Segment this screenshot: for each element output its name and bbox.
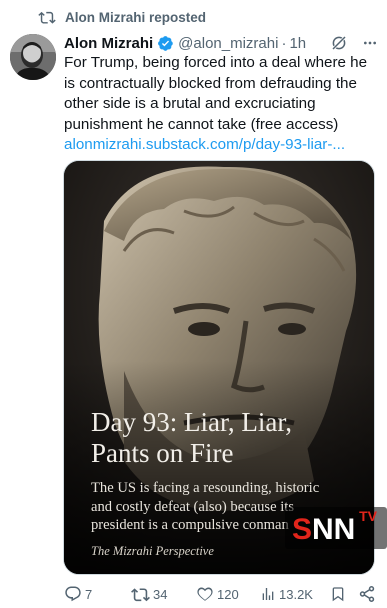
card-brand: The Mizrahi Perspective: [91, 544, 214, 558]
more-options-icon[interactable]: [361, 33, 379, 53]
heart-icon: [197, 587, 213, 601]
bookmark-button[interactable]: [330, 585, 346, 603]
reply-button[interactable]: 7: [64, 585, 92, 603]
grok-icon[interactable]: [329, 33, 349, 53]
watermark-nn: NN: [312, 513, 356, 546]
repost-label: Alon Mizrahi reposted: [65, 9, 207, 25]
views-chart-icon: [262, 588, 274, 600]
repost-button[interactable]: 34: [131, 585, 167, 603]
repost-icon: [38, 8, 56, 26]
snn-tv-watermark: TV S NN: [285, 507, 387, 549]
author-handle[interactable]: @alon_mizrahi: [178, 35, 278, 52]
watermark-s: S: [292, 513, 313, 546]
repost-indicator[interactable]: Alon Mizrahi reposted: [38, 7, 206, 27]
timestamp[interactable]: 1h: [289, 35, 306, 52]
reply-count: 7: [85, 586, 93, 602]
watermark-tv: TV: [359, 508, 377, 524]
tweet-header: Alon Mizrahi @alon_mizrahi · 1h: [64, 32, 379, 54]
bookmark-icon: [332, 587, 344, 602]
repost-count: 34: [153, 586, 168, 602]
separator-dot: ·: [281, 34, 287, 52]
share-button[interactable]: [358, 585, 376, 603]
views-button[interactable]: 13.2K: [260, 585, 313, 603]
author-name[interactable]: Alon Mizrahi: [64, 35, 153, 52]
verified-badge-icon: [157, 35, 174, 52]
like-button[interactable]: 120: [196, 585, 239, 603]
tweet-text: For Trump, being forced into a deal wher…: [64, 54, 368, 133]
share-icon: [359, 586, 375, 602]
like-count: 120: [217, 586, 239, 602]
action-bar: 7 34 120 13.2K: [64, 583, 382, 605]
card-title: Day 93: Liar, Liar, Pants on Fire: [91, 407, 293, 468]
avatar[interactable]: [10, 34, 56, 80]
reply-icon: [65, 586, 81, 602]
tweet-link[interactable]: alonmizrahi.substack.com/p/day-93-liar-.…: [64, 135, 382, 155]
views-count: 13.2K: [279, 586, 313, 602]
repost-icon: [131, 588, 150, 602]
